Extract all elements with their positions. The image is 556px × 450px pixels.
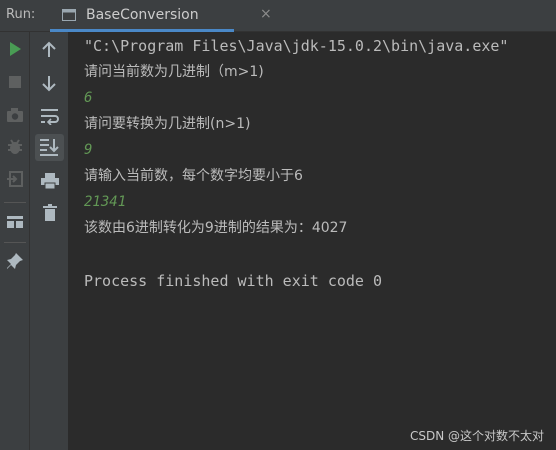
toolbar-divider (4, 202, 26, 203)
exit-icon[interactable] (6, 170, 24, 188)
run-tool-window-header: Run: BaseConversion × (0, 0, 556, 32)
console-line-input-target: 9 (84, 142, 93, 158)
tab-label: BaseConversion (86, 7, 199, 23)
watermark: CSDN @这个对数不太对 (409, 429, 544, 443)
close-icon[interactable]: × (260, 6, 272, 22)
layout-icon[interactable] (6, 214, 24, 230)
stop-icon[interactable] (8, 75, 22, 89)
console-output[interactable]: "C:\Program Files\Java\jdk-15.0.2\bin\ja… (69, 32, 556, 450)
console-line-command: "C:\Program Files\Java\jdk-15.0.2\bin\ja… (84, 37, 509, 55)
run-label: Run: (6, 7, 36, 22)
scroll-to-end-button[interactable] (35, 134, 64, 161)
print-icon[interactable] (40, 172, 60, 190)
debug-icon[interactable] (6, 138, 24, 156)
console-line-prompt-base: 请问当前数为几进制（m>1) (84, 64, 264, 80)
console-tab-icon (62, 9, 76, 21)
console-line-result: 该数由6进制转化为9进制的结果为：4027 (84, 220, 348, 236)
console-line-prompt-number: 请输入当前数，每个数字均要小于6 (84, 168, 303, 184)
console-toolbar (30, 32, 69, 450)
pin-icon[interactable] (6, 252, 24, 270)
console-line-input-number: 21341 (84, 194, 127, 210)
left-toolbar (0, 32, 30, 450)
run-icon[interactable] (8, 41, 22, 57)
console-line-exit-status: Process finished with exit code 0 (84, 272, 383, 290)
tab-baseconversion[interactable]: BaseConversion × (50, 0, 272, 32)
toolbar-divider (4, 242, 26, 243)
trash-icon[interactable] (42, 204, 58, 222)
console-line-input-base: 6 (84, 90, 93, 106)
soft-wrap-icon[interactable] (40, 107, 60, 125)
console-line-prompt-target: 请问要转换为几进制(n>1) (84, 116, 251, 132)
down-arrow-icon[interactable] (41, 74, 57, 92)
scroll-to-end-icon (40, 139, 59, 156)
up-arrow-icon[interactable] (41, 41, 57, 59)
screenshot-icon[interactable] (6, 107, 24, 123)
